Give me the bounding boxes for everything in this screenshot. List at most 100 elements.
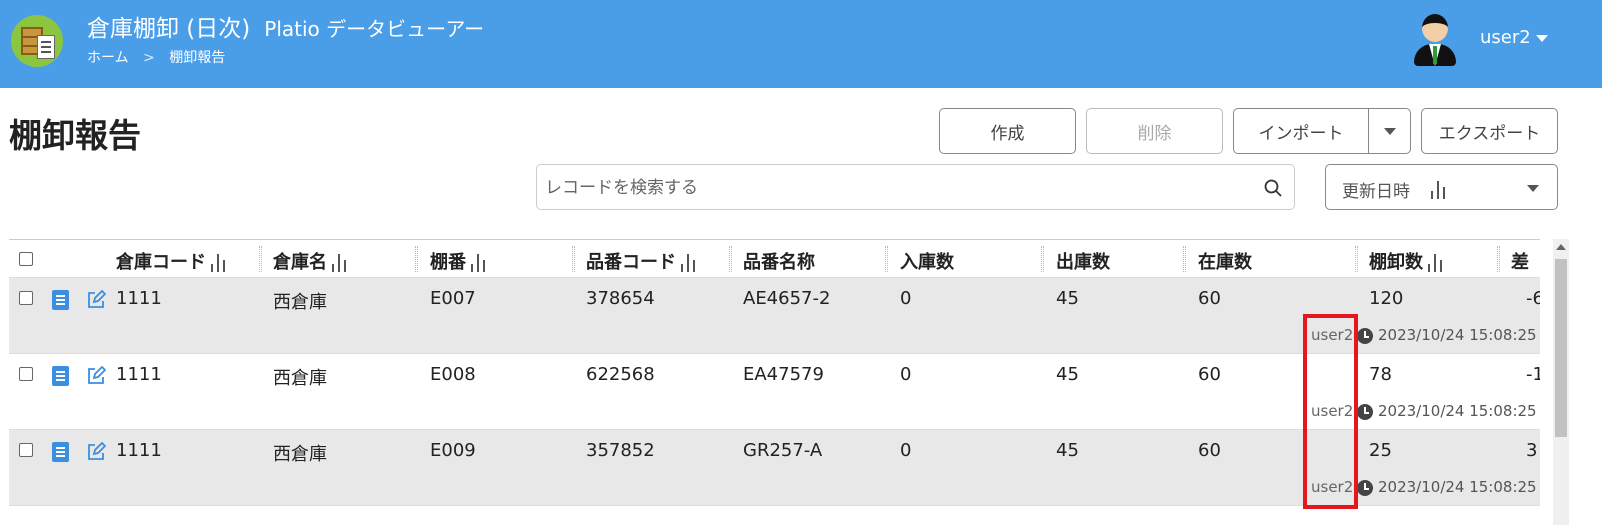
app-logo-icon[interactable] (11, 15, 63, 67)
cell-part-name: EA47579 (743, 364, 824, 385)
row-checkbox[interactable] (19, 443, 33, 457)
updated-at: 2023/10/24 15:08:25 (1378, 326, 1537, 344)
row-checkbox[interactable] (19, 367, 33, 381)
import-button[interactable]: インポート (1233, 108, 1369, 154)
chevron-down-icon[interactable] (1536, 35, 1548, 42)
sort-icon (1428, 254, 1445, 272)
app-title-text: 倉庫棚卸 (日次) (87, 16, 251, 42)
column-header[interactable]: 棚番 (430, 248, 488, 274)
avatar[interactable] (1412, 12, 1458, 66)
cell-part-code: 357852 (586, 440, 655, 461)
column-header[interactable]: 在庫数 (1198, 248, 1252, 274)
cell-out: 45 (1056, 440, 1079, 461)
column-resizer[interactable] (729, 246, 732, 272)
sort-select[interactable]: 更新日時 (1325, 164, 1558, 210)
view-record-icon[interactable] (52, 366, 69, 386)
clock-icon (1357, 480, 1373, 496)
chevron-down-icon (1527, 185, 1539, 192)
column-header[interactable]: 出庫数 (1056, 248, 1110, 274)
cell-in: 0 (900, 364, 912, 385)
cell-stock: 60 (1198, 288, 1221, 309)
sort-select-label: 更新日時 (1342, 182, 1410, 202)
table-header: 倉庫コード 倉庫名 棚番 品番コード 品番名称 入庫数 出庫数 在庫数 棚卸数 … (9, 240, 1540, 278)
column-resizer[interactable] (259, 246, 262, 272)
search-icon[interactable] (1264, 179, 1282, 197)
app-subtitle: Platio データビューアー (264, 17, 485, 41)
cell-warehouse-code: 1111 (116, 364, 162, 385)
breadcrumb: ホーム > 棚卸報告 (87, 47, 235, 67)
cell-in: 0 (900, 288, 912, 309)
column-resizer[interactable] (885, 246, 888, 272)
user-menu-button[interactable]: user2 (1480, 27, 1531, 48)
clock-icon (1357, 404, 1373, 420)
scroll-up-icon[interactable] (1556, 244, 1566, 250)
cell-part-name: AE4657-2 (743, 288, 831, 309)
clock-icon (1357, 328, 1373, 344)
sort-icon (471, 254, 488, 272)
highlight-box (1303, 314, 1358, 509)
column-header[interactable]: 品番コード (586, 248, 698, 274)
column-header[interactable]: 品番名称 (743, 248, 815, 274)
column-header[interactable]: 倉庫コード (116, 248, 228, 274)
column-header[interactable]: 差 (1511, 248, 1529, 274)
breadcrumb-current: 棚卸報告 (169, 50, 226, 66)
chevron-down-icon (1383, 127, 1396, 135)
search-input[interactable] (545, 175, 1245, 201)
import-dropdown-button[interactable] (1368, 108, 1411, 154)
app-header: 倉庫棚卸 (日次) Platio データビューアー ホーム > 棚卸報告 user… (0, 0, 1602, 88)
app-title: 倉庫棚卸 (日次) Platio データビューアー (87, 9, 484, 43)
cell-shelf: E007 (430, 288, 476, 309)
cell-in: 0 (900, 440, 912, 461)
cell-shelf: E009 (430, 440, 476, 461)
breadcrumb-separator: > (143, 50, 155, 66)
cell-count: 120 (1369, 288, 1404, 309)
edit-icon[interactable] (86, 442, 106, 462)
view-record-icon[interactable] (52, 290, 69, 310)
cell-diff: 3 (1526, 440, 1538, 461)
scrollbar-thumb[interactable] (1555, 259, 1567, 437)
column-resizer[interactable] (1041, 246, 1044, 272)
page-title: 棚卸報告 (9, 116, 141, 155)
column-resizer[interactable] (415, 246, 418, 272)
cell-part-name: GR257-A (743, 440, 823, 461)
cell-count: 78 (1369, 364, 1392, 385)
cell-warehouse-name: 西倉庫 (273, 292, 327, 313)
column-header[interactable]: 入庫数 (900, 248, 954, 274)
sort-icon (681, 254, 698, 272)
cell-stock: 60 (1198, 364, 1221, 385)
edit-icon[interactable] (86, 290, 106, 310)
cell-shelf: E008 (430, 364, 476, 385)
updated-at: 2023/10/24 15:08:25 (1378, 402, 1537, 420)
column-resizer[interactable] (1355, 246, 1358, 272)
column-header[interactable]: 棚卸数 (1369, 248, 1445, 274)
row-checkbox[interactable] (19, 291, 33, 305)
cell-part-code: 622568 (586, 364, 655, 385)
cell-part-code: 378654 (586, 288, 655, 309)
cell-diff: -1 (1526, 364, 1540, 385)
cell-count: 25 (1369, 440, 1392, 461)
delete-button[interactable]: 削除 (1086, 108, 1223, 154)
sort-icon (211, 254, 228, 272)
cell-out: 45 (1056, 364, 1079, 385)
cell-diff: -6 (1526, 288, 1540, 309)
cell-warehouse-name: 西倉庫 (273, 444, 327, 465)
cell-stock: 60 (1198, 440, 1221, 461)
sort-order-icon (1431, 181, 1448, 199)
column-resizer[interactable] (1183, 246, 1186, 272)
edit-icon[interactable] (86, 366, 106, 386)
cell-out: 45 (1056, 288, 1079, 309)
column-resizer[interactable] (1497, 246, 1500, 272)
column-header[interactable]: 倉庫名 (273, 248, 349, 274)
sort-icon (332, 254, 349, 272)
search-box (536, 164, 1295, 210)
vertical-scrollbar[interactable] (1553, 239, 1569, 525)
cell-warehouse-name: 西倉庫 (273, 368, 327, 389)
cell-warehouse-code: 1111 (116, 288, 162, 309)
export-button[interactable]: エクスポート (1421, 108, 1558, 154)
select-all-checkbox[interactable] (19, 252, 33, 266)
view-record-icon[interactable] (52, 442, 69, 462)
breadcrumb-home[interactable]: ホーム (87, 50, 129, 66)
cell-warehouse-code: 1111 (116, 440, 162, 461)
column-resizer[interactable] (572, 246, 575, 272)
create-button[interactable]: 作成 (939, 108, 1076, 154)
